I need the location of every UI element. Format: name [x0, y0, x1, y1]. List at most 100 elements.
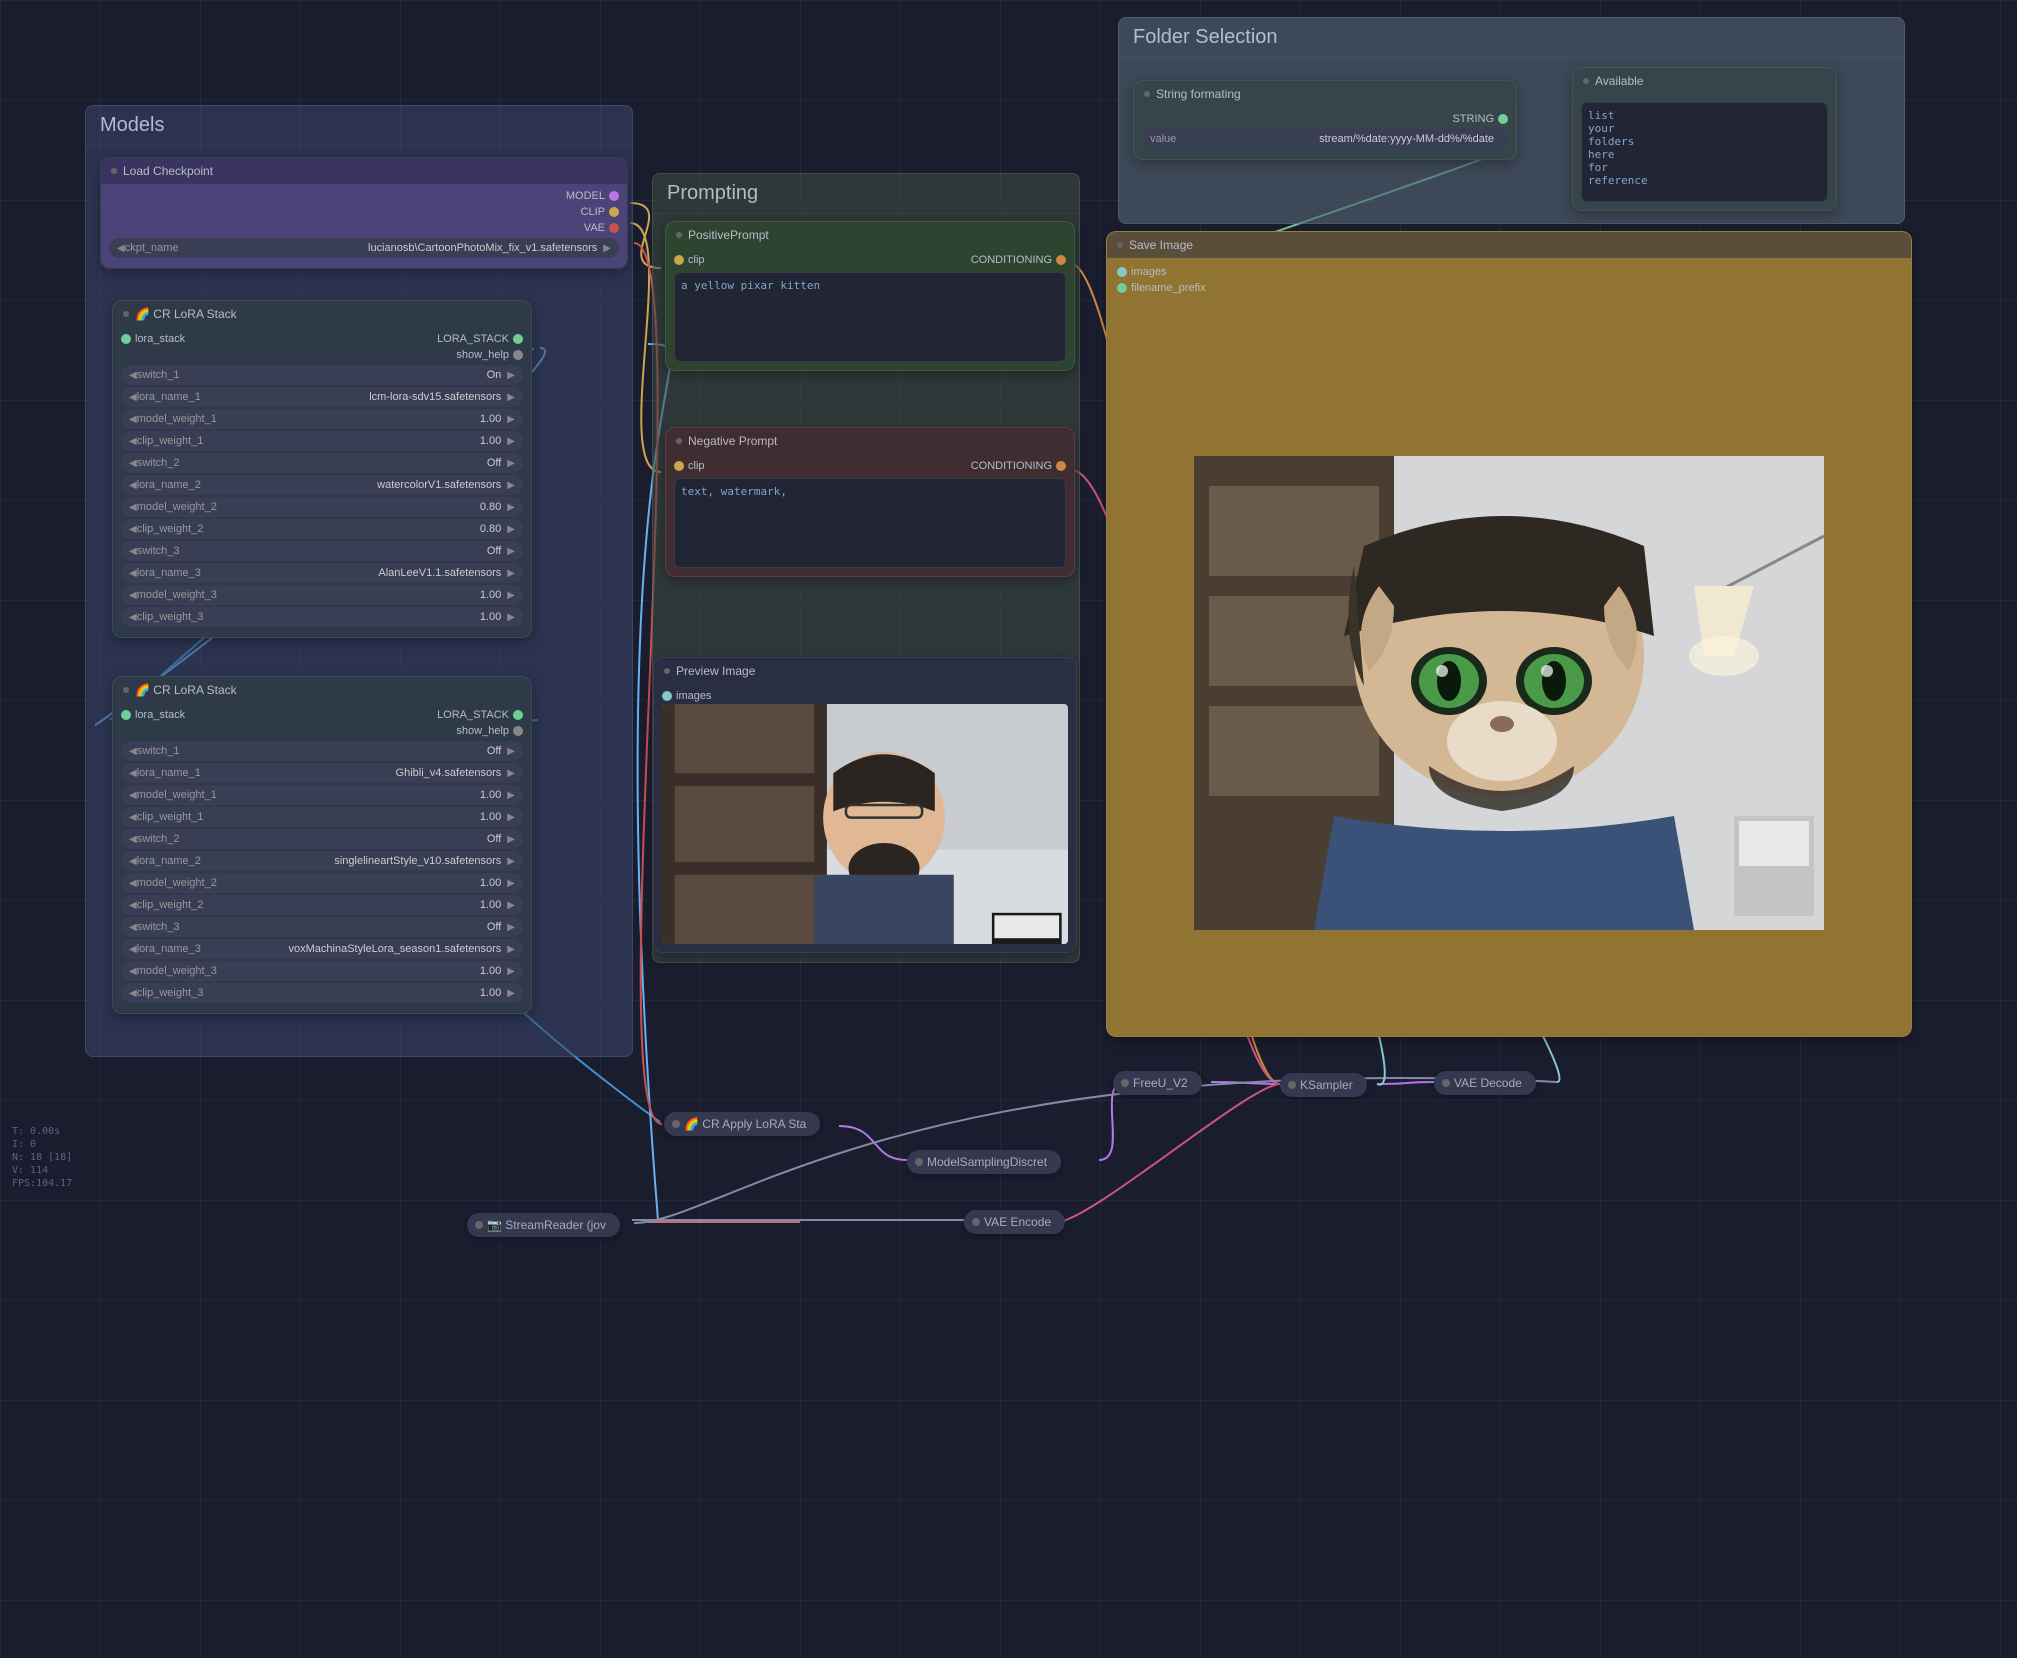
widget-switch-2[interactable]: ◀switch_2Off▶: [121, 829, 523, 849]
port-icon[interactable]: [1117, 283, 1127, 293]
collapse-icon[interactable]: [123, 311, 129, 317]
node-freeu[interactable]: FreeU_V2: [1113, 1071, 1202, 1095]
widget-switch-3[interactable]: ◀switch_3Off▶: [121, 541, 523, 561]
node-negative-prompt[interactable]: Negative Prompt clip CONDITIONING text, …: [665, 427, 1075, 577]
port-icon[interactable]: [513, 710, 523, 720]
node-cr-apply-lora[interactable]: 🌈 CR Apply LoRA Sta: [664, 1112, 820, 1136]
widget-clip-weight-2[interactable]: ◀clip_weight_21.00▶: [121, 895, 523, 915]
port-icon[interactable]: [674, 461, 684, 471]
next-arrow-icon[interactable]: ▶: [507, 790, 515, 801]
widget-switch-3[interactable]: ◀switch_3Off▶: [121, 917, 523, 937]
port-icon[interactable]: [121, 710, 131, 720]
port-icon[interactable]: [609, 223, 619, 233]
widget-lora-name-2[interactable]: ◀lora_name_2singlelineartStyle_v10.safet…: [121, 851, 523, 871]
widget-model-weight-2[interactable]: ◀model_weight_20.80▶: [121, 497, 523, 517]
node-available[interactable]: Available list your folders here for ref…: [1572, 67, 1837, 211]
prev-arrow-icon[interactable]: ◀: [129, 524, 137, 535]
next-arrow-icon[interactable]: ▶: [507, 524, 515, 535]
node-lora-stack-2[interactable]: 🌈 CR LoRA Stack lora_stack LORA_STACK sh…: [112, 676, 532, 1014]
widget-model-weight-1[interactable]: ◀model_weight_11.00▶: [121, 409, 523, 429]
next-arrow-icon[interactable]: ▶: [507, 436, 515, 447]
next-arrow-icon[interactable]: ▶: [507, 768, 515, 779]
prev-arrow-icon[interactable]: ◀: [129, 392, 137, 403]
next-arrow-icon[interactable]: ▶: [507, 546, 515, 557]
next-arrow-icon[interactable]: ▶: [603, 243, 611, 254]
node-lora-stack-1[interactable]: 🌈 CR LoRA Stack lora_stack LORA_STACK sh…: [112, 300, 532, 638]
collapse-icon[interactable]: [123, 687, 129, 693]
prev-arrow-icon[interactable]: ◀: [129, 856, 137, 867]
prev-arrow-icon[interactable]: ◀: [129, 436, 137, 447]
next-arrow-icon[interactable]: ▶: [507, 458, 515, 469]
next-arrow-icon[interactable]: ▶: [507, 834, 515, 845]
widget-ckpt-name[interactable]: ◀ ckpt_name lucianosb\CartoonPhotoMix_fi…: [109, 238, 619, 258]
node-load-checkpoint[interactable]: Load Checkpoint MODEL CLIP VAE ◀ ckpt_na…: [100, 157, 628, 269]
node-preview-image[interactable]: Preview Image images: [653, 657, 1077, 953]
node-positive-prompt[interactable]: PositivePrompt clip CONDITIONING a yello…: [665, 221, 1075, 371]
port-icon[interactable]: [121, 334, 131, 344]
widget-lora-name-2[interactable]: ◀lora_name_2watercolorV1.safetensors▶: [121, 475, 523, 495]
next-arrow-icon[interactable]: ▶: [507, 988, 515, 999]
prev-arrow-icon[interactable]: ◀: [117, 243, 125, 254]
next-arrow-icon[interactable]: ▶: [507, 612, 515, 623]
node-ksampler[interactable]: KSampler: [1280, 1073, 1367, 1097]
widget-lora-name-3[interactable]: ◀lora_name_3voxMachinaStyleLora_season1.…: [121, 939, 523, 959]
widget-lora-name-1[interactable]: ◀lora_name_1lcm-lora-sdv15.safetensors▶: [121, 387, 523, 407]
collapse-icon[interactable]: [111, 168, 117, 174]
port-icon[interactable]: [513, 334, 523, 344]
port-icon[interactable]: [1117, 267, 1127, 277]
prev-arrow-icon[interactable]: ◀: [129, 414, 137, 425]
node-stream-reader[interactable]: 📷 StreamReader (jov: [467, 1213, 620, 1237]
port-icon[interactable]: [609, 207, 619, 217]
next-arrow-icon[interactable]: ▶: [507, 502, 515, 513]
widget-model-weight-1[interactable]: ◀model_weight_11.00▶: [121, 785, 523, 805]
prev-arrow-icon[interactable]: ◀: [129, 746, 137, 757]
node-save-image[interactable]: Save Image images filename_prefix: [1106, 231, 1912, 1037]
prev-arrow-icon[interactable]: ◀: [129, 790, 137, 801]
prev-arrow-icon[interactable]: ◀: [129, 612, 137, 623]
widget-lora-name-1[interactable]: ◀lora_name_1Ghibli_v4.safetensors▶: [121, 763, 523, 783]
next-arrow-icon[interactable]: ▶: [507, 414, 515, 425]
widget-clip-weight-3[interactable]: ◀clip_weight_31.00▶: [121, 983, 523, 1003]
negative-prompt-textarea[interactable]: text, watermark,: [674, 478, 1066, 568]
widget-switch-1[interactable]: ◀switch_1On▶: [121, 365, 523, 385]
node-model-sampling[interactable]: ModelSamplingDiscret: [907, 1150, 1061, 1174]
node-vae-encode[interactable]: VAE Encode: [964, 1210, 1065, 1234]
prev-arrow-icon[interactable]: ◀: [129, 458, 137, 469]
widget-value[interactable]: value stream/%date:yyyy-MM-dd%/%date: [1142, 129, 1508, 149]
node-string-format[interactable]: String formating STRING value stream/%da…: [1133, 80, 1517, 160]
next-arrow-icon[interactable]: ▶: [507, 856, 515, 867]
port-icon[interactable]: [609, 191, 619, 201]
prev-arrow-icon[interactable]: ◀: [129, 944, 137, 955]
prev-arrow-icon[interactable]: ◀: [129, 370, 137, 381]
port-icon[interactable]: [674, 255, 684, 265]
port-icon[interactable]: [1056, 461, 1066, 471]
widget-clip-weight-1[interactable]: ◀clip_weight_11.00▶: [121, 807, 523, 827]
prev-arrow-icon[interactable]: ◀: [129, 966, 137, 977]
next-arrow-icon[interactable]: ▶: [507, 944, 515, 955]
prev-arrow-icon[interactable]: ◀: [129, 768, 137, 779]
prev-arrow-icon[interactable]: ◀: [129, 988, 137, 999]
port-icon[interactable]: [1056, 255, 1066, 265]
widget-model-weight-3[interactable]: ◀model_weight_31.00▶: [121, 585, 523, 605]
widget-clip-weight-2[interactable]: ◀clip_weight_20.80▶: [121, 519, 523, 539]
next-arrow-icon[interactable]: ▶: [507, 878, 515, 889]
prev-arrow-icon[interactable]: ◀: [129, 878, 137, 889]
collapse-icon[interactable]: [1117, 242, 1123, 248]
node-vae-decode[interactable]: VAE Decode: [1434, 1071, 1536, 1095]
port-icon[interactable]: [513, 350, 523, 360]
next-arrow-icon[interactable]: ▶: [507, 746, 515, 757]
collapse-icon[interactable]: [676, 232, 682, 238]
widget-clip-weight-3[interactable]: ◀clip_weight_31.00▶: [121, 607, 523, 627]
widget-switch-2[interactable]: ◀switch_2Off▶: [121, 453, 523, 473]
collapse-icon[interactable]: [1144, 91, 1150, 97]
prev-arrow-icon[interactable]: ◀: [129, 502, 137, 513]
next-arrow-icon[interactable]: ▶: [507, 922, 515, 933]
next-arrow-icon[interactable]: ▶: [507, 480, 515, 491]
next-arrow-icon[interactable]: ▶: [507, 900, 515, 911]
widget-model-weight-3[interactable]: ◀model_weight_31.00▶: [121, 961, 523, 981]
prev-arrow-icon[interactable]: ◀: [129, 480, 137, 491]
prev-arrow-icon[interactable]: ◀: [129, 900, 137, 911]
available-textarea[interactable]: list your folders here for reference: [1581, 102, 1828, 202]
prev-arrow-icon[interactable]: ◀: [129, 812, 137, 823]
widget-lora-name-3[interactable]: ◀lora_name_3AlanLeeV1.1.safetensors▶: [121, 563, 523, 583]
